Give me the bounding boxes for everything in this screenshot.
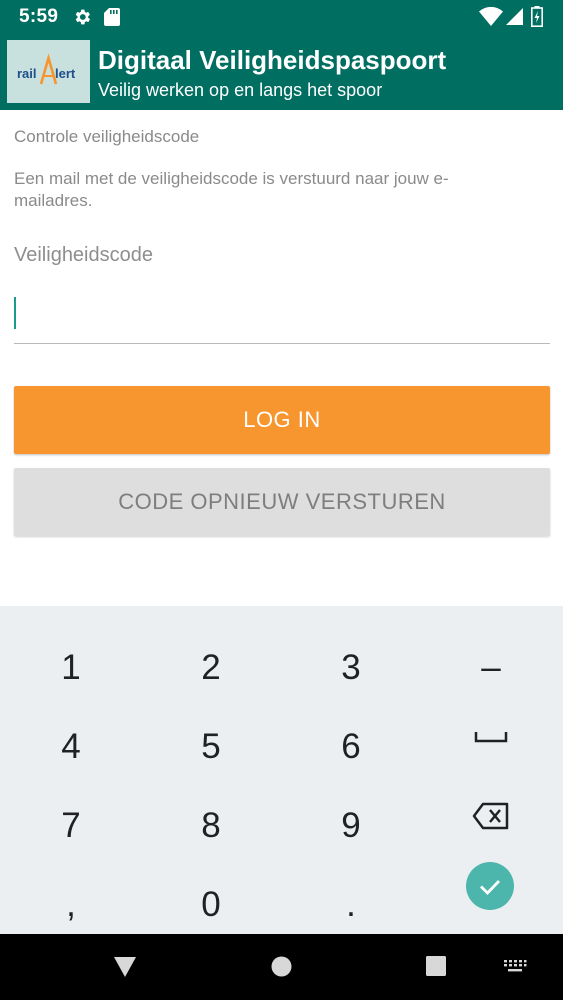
key-2[interactable]: 2 bbox=[141, 618, 281, 697]
back-icon[interactable] bbox=[113, 956, 137, 978]
keyboard-switch-icon[interactable] bbox=[503, 959, 527, 973]
key-0[interactable]: 0 bbox=[141, 855, 281, 934]
key-3[interactable]: 3 bbox=[281, 618, 421, 697]
security-code-label: Veiligheidscode bbox=[14, 244, 153, 266]
key-9[interactable]: 9 bbox=[281, 776, 421, 855]
sd-card-icon bbox=[104, 8, 120, 26]
checkmark-icon bbox=[480, 880, 501, 896]
resend-code-button[interactable]: CODE OPNIEUW VERSTUREN bbox=[14, 468, 550, 536]
key-comma[interactable]: , bbox=[1, 855, 141, 934]
home-icon[interactable] bbox=[271, 956, 292, 977]
key-6[interactable]: 6 bbox=[281, 697, 421, 776]
svg-text:rail: rail bbox=[17, 66, 37, 81]
app-title: Digitaal Veiligheidspaspoort bbox=[98, 45, 447, 75]
section-title: Controle veiligheidscode bbox=[14, 127, 200, 146]
key-1[interactable]: 1 bbox=[1, 618, 141, 697]
key-4[interactable]: 4 bbox=[1, 697, 141, 776]
key-minus[interactable]: – bbox=[421, 618, 561, 697]
key-backspace[interactable] bbox=[421, 776, 561, 855]
status-bar: 5:59 bbox=[0, 0, 563, 34]
wifi-icon bbox=[479, 7, 503, 26]
text-caret bbox=[14, 297, 16, 329]
status-time: 5:59 bbox=[19, 6, 59, 27]
recent-apps-icon[interactable] bbox=[426, 956, 446, 976]
key-5[interactable]: 5 bbox=[141, 697, 281, 776]
key-8[interactable]: 8 bbox=[141, 776, 281, 855]
key-done[interactable] bbox=[466, 862, 514, 910]
svg-text:lert: lert bbox=[55, 66, 76, 81]
navigation-bar bbox=[0, 934, 563, 1000]
battery-icon bbox=[531, 6, 543, 27]
info-text: Een mail met de veiligheidscode is verst… bbox=[14, 169, 449, 210]
key-7[interactable]: 7 bbox=[1, 776, 141, 855]
signal-icon bbox=[506, 8, 523, 25]
app-bar: rail lert Digitaal Veiligheidspaspoort V… bbox=[0, 34, 563, 110]
gear-icon bbox=[75, 9, 90, 25]
login-button[interactable]: LOG IN bbox=[14, 386, 550, 454]
security-code-input[interactable] bbox=[14, 290, 550, 344]
backspace-icon bbox=[472, 802, 509, 829]
key-space[interactable] bbox=[421, 697, 561, 776]
railalert-logo: rail lert bbox=[7, 40, 90, 103]
space-icon bbox=[474, 731, 508, 742]
key-period[interactable]: . bbox=[281, 855, 421, 934]
app-subtitle: Veilig werken op en langs het spoor bbox=[98, 80, 383, 100]
